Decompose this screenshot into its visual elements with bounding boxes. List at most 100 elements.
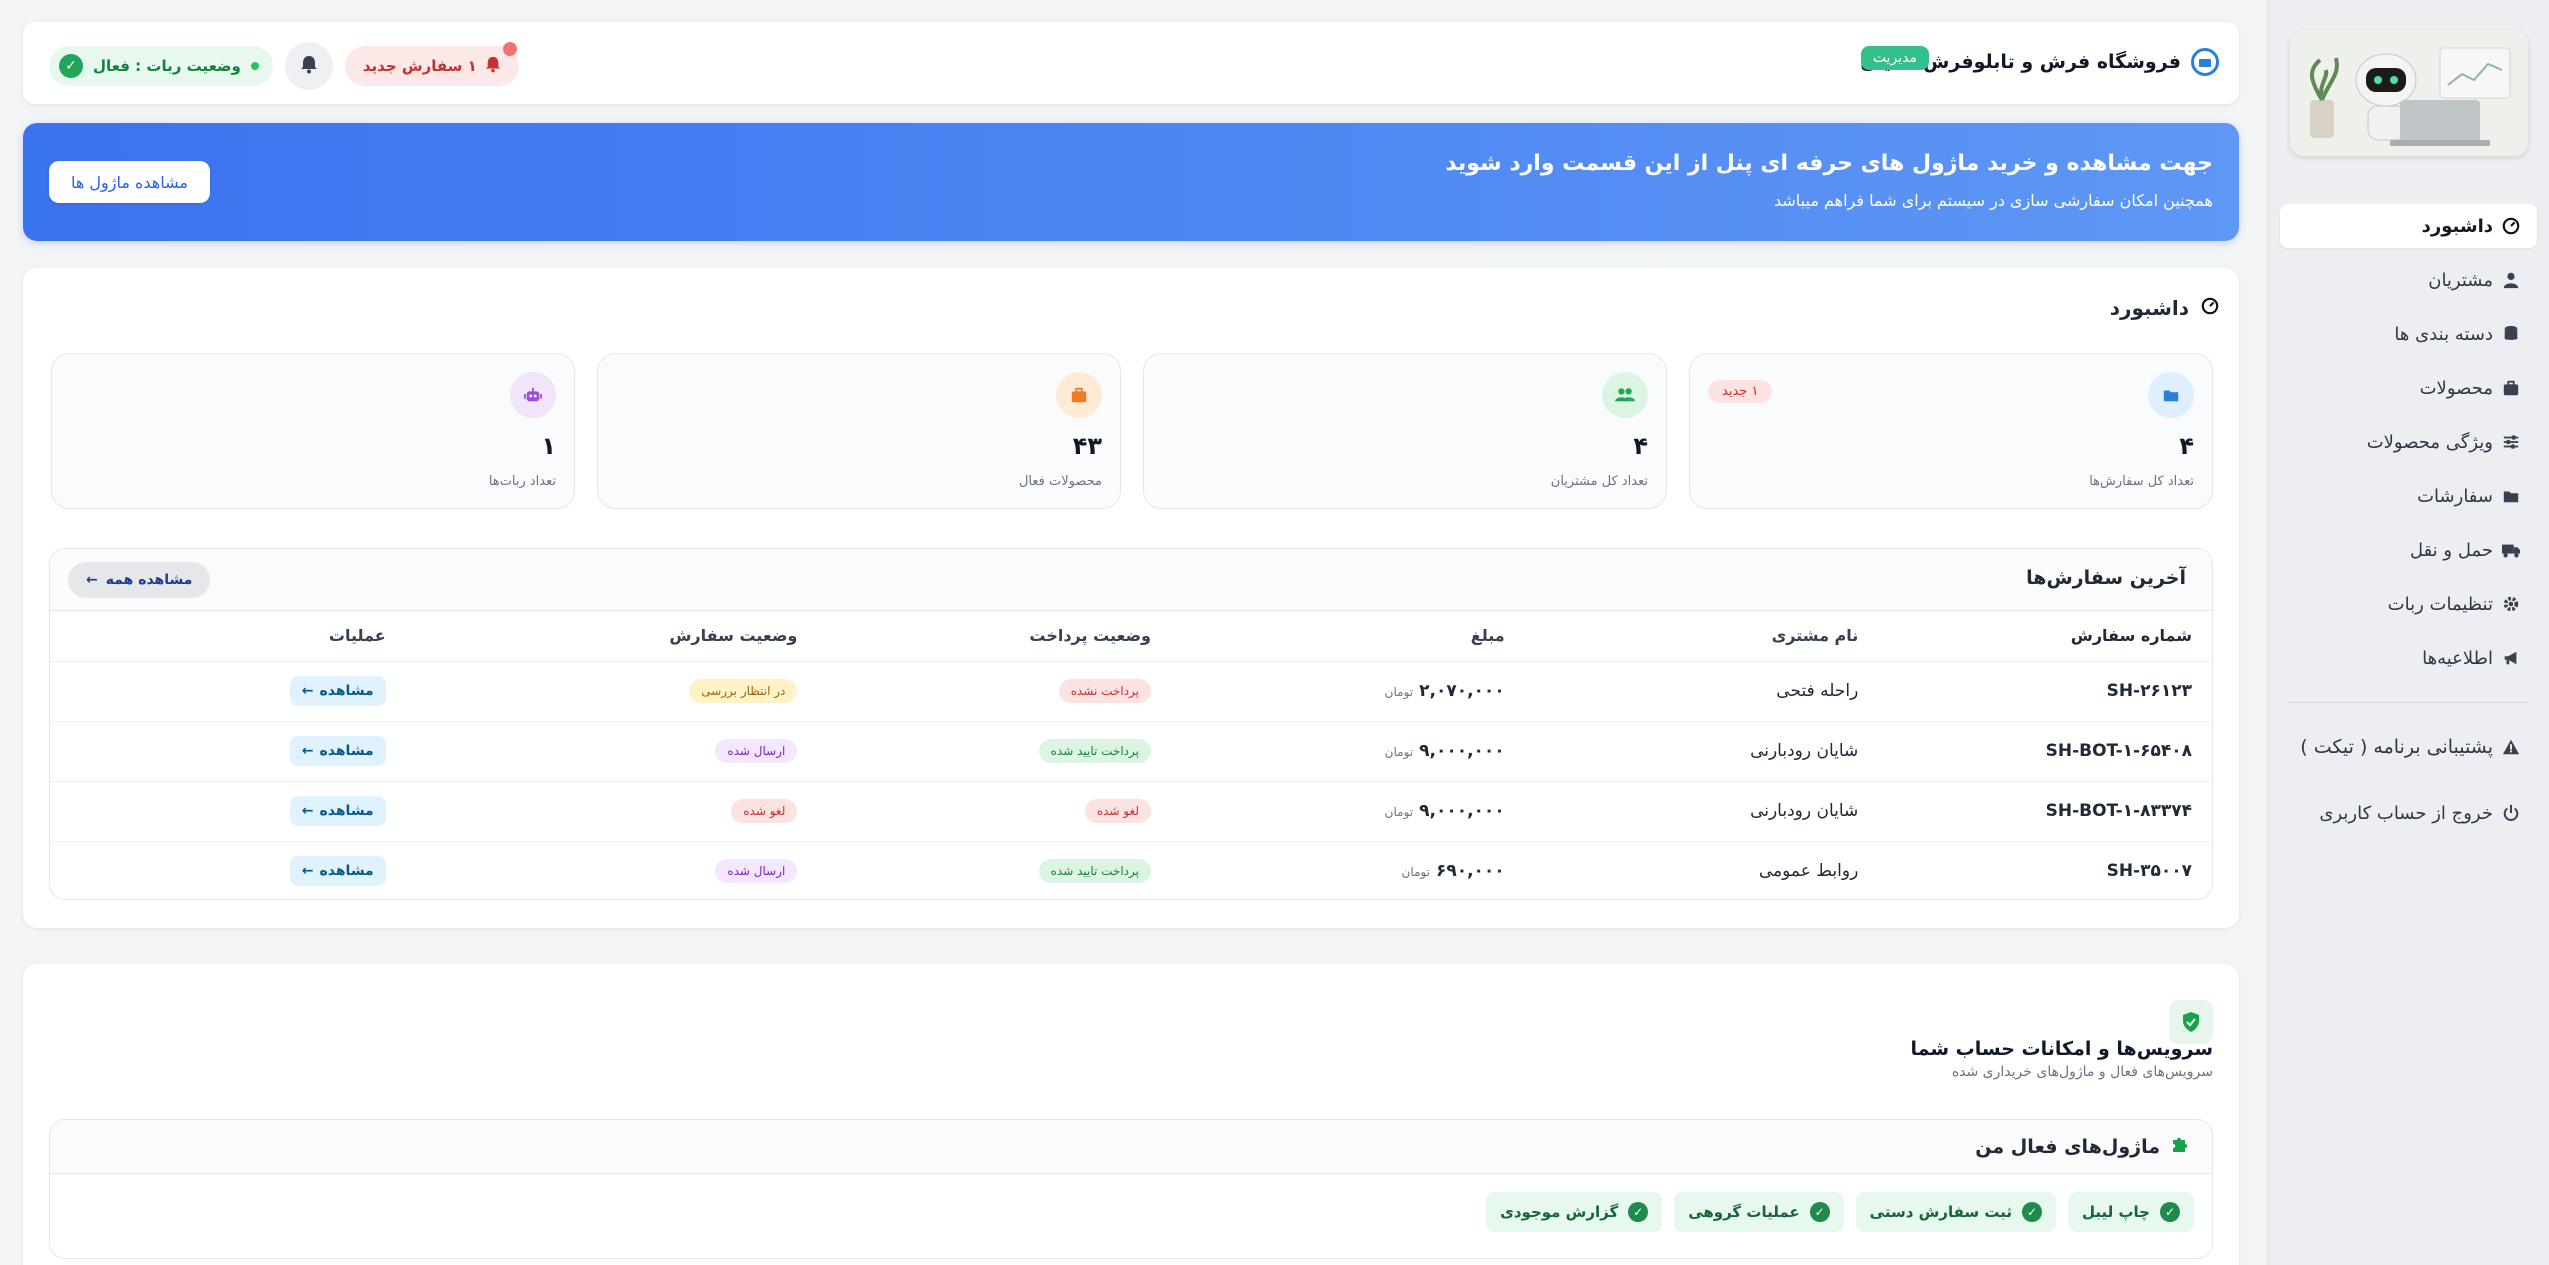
banner-title: جهت مشاهده و خرید ماژول های حرفه ای پنل …: [1445, 151, 2213, 176]
module-chips: ✓ چاپ لیبل ✓ ثبت سفارش دستی ✓ عملیات گروهی …: [50, 1174, 2212, 1232]
folder-icon: [2501, 486, 2521, 506]
view-modules-button[interactable]: مشاهده ماژول ها: [49, 161, 210, 203]
order-status-cell: در انتظار بررسی: [443, 661, 798, 722]
modules-banner: جهت مشاهده و خرید ماژول های حرفه ای پنل …: [23, 123, 2239, 241]
payment-status-cell: لغو شده: [797, 781, 1151, 842]
warning-icon: [2501, 737, 2521, 757]
sidebar-item-dashboard[interactable]: داشبورد: [2280, 204, 2537, 248]
notifications-button[interactable]: [284, 42, 333, 90]
stat-value: ۱: [541, 432, 556, 460]
order-number: SH-BOT-۱-۸۳۳۷۴: [1858, 781, 2212, 842]
stat-card-orders[interactable]: ۱ جدید ۴ تعداد کل سفارش‌ها: [1689, 353, 2213, 509]
services-card: سرویس‌ها و امکانات حساب شما سرویس‌های فع…: [23, 964, 2239, 1265]
page-title: داشبورد: [2110, 296, 2219, 320]
modules-title: ماژول‌های فعال من: [1975, 1135, 2160, 1158]
column-header: وضعیت پرداخت: [797, 611, 1151, 662]
robot-illustration: [2289, 30, 2528, 156]
sidebar-item-bot-settings[interactable]: تنظیمات ربات: [2280, 582, 2537, 626]
view-order-button[interactable]: مشاهده ←: [289, 736, 386, 766]
sidebar-item-support[interactable]: پشتیبانی برنامه ( تیکت ): [2280, 725, 2537, 769]
user-icon: [2501, 270, 2521, 290]
notification-dot: [502, 42, 517, 56]
check-circle-icon: ✓: [1628, 1202, 1649, 1222]
sidebar-item-product-features[interactable]: ویژگی محصولات: [2280, 420, 2537, 464]
sidebar-item-orders[interactable]: سفارشات: [2280, 474, 2537, 518]
modules-header: ماژول‌های فعال من: [50, 1120, 2212, 1174]
gear-icon: [2501, 594, 2521, 614]
payment-status-badge: پرداخت تایید شده: [1038, 739, 1151, 763]
view-order-button[interactable]: مشاهده ←: [289, 856, 386, 887]
view-order-button[interactable]: مشاهده ←: [289, 796, 386, 826]
arrow-left-icon: ←: [301, 743, 314, 759]
column-header: شماره سفارش: [1858, 611, 2212, 662]
users-icon: [1602, 372, 1648, 418]
orders-title: آخرین سفارش‌ها: [2026, 567, 2186, 589]
column-header: مبلغ: [1150, 611, 1505, 662]
topbar: فروشگاه فرش و تابلوفرش شایان مدیریت ✓ وض…: [23, 22, 2239, 104]
view-order-button[interactable]: مشاهده ←: [289, 676, 386, 706]
module-chip[interactable]: ✓ چاپ لیبل: [2067, 1192, 2194, 1232]
sidebar: داشبورد مشتریان دسته بندی ها محصولات ویژ…: [2267, 0, 2549, 1265]
stat-card-products[interactable]: ۴۳ محصولات فعال: [597, 353, 1121, 509]
module-chip[interactable]: ✓ ثبت سفارش دستی: [1855, 1192, 2056, 1232]
table-row: SH-BOT-۱-۶۵۴۰۸ شایان رودبارنی ۹,۰۰۰,۰۰۰ ت…: [50, 721, 2212, 782]
arrow-left-icon: ←: [301, 863, 314, 880]
bell-icon: [300, 54, 318, 78]
table-row: SH-۲۶۱۲۳ راحله فتحی ۲,۰۷۰,۰۰۰ تومان پرداخ…: [50, 661, 2212, 722]
stat-value: ۴: [2179, 432, 2194, 460]
amount-value: ۲,۰۷۰,۰۰۰: [1419, 681, 1505, 701]
check-circle-icon: ✓: [2160, 1202, 2180, 1222]
column-header: نام مشتری: [1504, 611, 1859, 662]
order-status-badge: لغو شده: [731, 799, 798, 823]
dashboard-title: داشبورد: [2109, 296, 2189, 320]
role-badge: مدیریت: [1860, 46, 1929, 70]
order-amount: ۹,۰۰۰,۰۰۰ تومان: [1150, 721, 1505, 782]
customer-name: شایان رودبارنی: [1504, 781, 1859, 842]
orders-table: شماره سفارش نام مشتری مبلغ وضعیت پرداخت …: [50, 611, 2212, 899]
sidebar-item-shipping[interactable]: حمل و نقل: [2280, 528, 2537, 572]
new-badge: ۱ جدید: [1708, 380, 1773, 403]
services-subtitle: سرویس‌های فعال و ماژول‌های خریداری شده: [1951, 1064, 2213, 1080]
stat-label: تعداد ربات‌ها: [488, 474, 556, 489]
briefcase-icon: [2501, 378, 2521, 398]
sidebar-item-logout[interactable]: خروج از حساب کاربری: [2280, 791, 2537, 835]
order-amount: ۶۹۰,۰۰۰ تومان: [1151, 841, 1505, 899]
module-label: گزارش موجودی: [1500, 1203, 1619, 1221]
stat-card-customers[interactable]: ۴ تعداد کل مشتریان: [1143, 353, 1667, 509]
module-chip[interactable]: ✓ گزارش موجودی: [1486, 1192, 1663, 1232]
bot-status-indicator[interactable]: ✓ وضعیت ربات : فعال: [49, 46, 273, 86]
table-header-row: شماره سفارش نام مشتری مبلغ وضعیت پرداخت …: [50, 611, 2212, 662]
sidebar-item-categories[interactable]: دسته بندی ها: [2280, 312, 2537, 356]
order-number: SH-۲۶۱۲۳: [1858, 661, 2212, 722]
order-amount: ۹,۰۰۰,۰۰۰ تومان: [1150, 781, 1505, 842]
status-dot: [250, 62, 259, 70]
sidebar-item-announcements[interactable]: اطلاعیه‌ها: [2280, 636, 2537, 680]
actions-cell: مشاهده ←: [50, 721, 444, 782]
arrow-left-icon: ←: [301, 683, 314, 699]
check-circle-icon: ✓: [59, 54, 83, 78]
view-label: مشاهده: [319, 863, 374, 880]
new-order-label: ۱ سفارش جدید: [362, 57, 477, 75]
dashboard-card: داشبورد ۱ جدید ۴ تعداد کل سفارش‌ها ۴ تعد…: [23, 268, 2239, 928]
order-status-cell: ارسال شده: [444, 841, 798, 899]
view-label: مشاهده: [319, 743, 374, 759]
new-order-alert[interactable]: ۱ سفارش جدید: [344, 42, 519, 86]
megaphone-icon: [2501, 648, 2521, 668]
view-all-orders-button[interactable]: مشاهده همه ←: [68, 562, 211, 598]
dashboard-icon: [2501, 216, 2521, 236]
sidebar-item-label: داشبورد: [2421, 215, 2493, 237]
stat-card-bots[interactable]: ۱ تعداد ربات‌ها: [51, 353, 575, 509]
amount-value: ۹,۰۰۰,۰۰۰: [1419, 801, 1505, 821]
sidebar-item-label: سفارشات: [2417, 485, 2493, 507]
database-icon: [2501, 324, 2521, 344]
sidebar-item-products[interactable]: محصولات: [2280, 366, 2537, 410]
check-circle-icon: ✓: [2021, 1202, 2042, 1222]
sidebar-item-label: ویژگی محصولات: [2366, 431, 2493, 453]
briefcase-icon: [1056, 372, 1102, 418]
puzzle-icon: [2170, 1134, 2190, 1159]
arrow-left-icon: ←: [301, 803, 314, 819]
sidebar-item-customers[interactable]: مشتریان: [2280, 258, 2537, 302]
actions-cell: مشاهده ←: [50, 661, 444, 722]
module-label: عملیات گروهی: [1688, 1203, 1800, 1221]
module-chip[interactable]: ✓ عملیات گروهی: [1674, 1192, 1844, 1232]
